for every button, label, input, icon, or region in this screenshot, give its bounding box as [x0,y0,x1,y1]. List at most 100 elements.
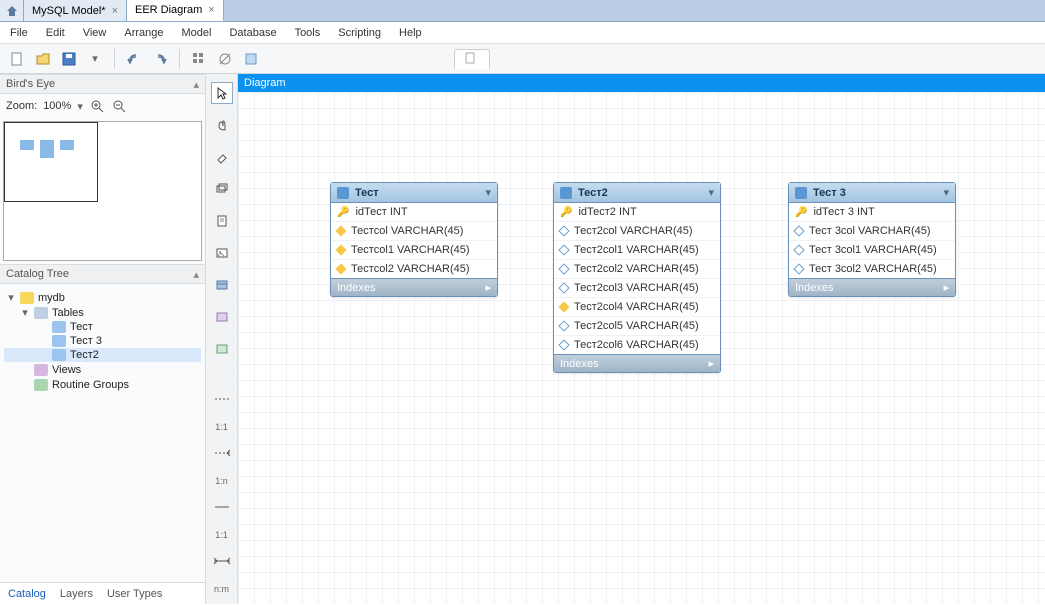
entity-column-row[interactable]: Тест2col6 VARCHAR(45) [554,336,720,354]
tree-table-item[interactable]: Тест2 [4,348,201,362]
note-tool[interactable] [211,210,233,232]
layer-tool[interactable] [211,178,233,200]
chevron-down-icon[interactable]: ▾ [943,186,949,199]
birds-eye-header: Bird's Eye ▴ [0,74,205,94]
entity-table[interactable]: Тест2▾🔑idТест2 INTТест2col VARCHAR(45) Те… [553,182,721,373]
menu-view[interactable]: View [83,27,107,39]
chevron-right-icon[interactable]: ▸ [708,357,714,370]
toggle-button[interactable] [214,48,236,70]
tree-twisty-icon[interactable]: ▾ [6,291,16,304]
relation-n-m[interactable] [211,550,233,572]
entity-column-row[interactable]: Тест 3col1 VARCHAR(45) [789,241,955,260]
tree-db[interactable]: ▾mydb [4,290,201,305]
menu-database[interactable]: Database [229,27,276,39]
tab-mysql-model[interactable]: MySQL Model* × [24,0,127,21]
birds-eye-canvas[interactable] [3,121,202,261]
entity-header[interactable]: Тест2▾ [554,183,720,203]
menu-scripting[interactable]: Scripting [338,27,381,39]
entity-column-row[interactable]: Тестcol VARCHAR(45) [331,222,497,241]
entity-column-row[interactable]: Тест 3col VARCHAR(45) [789,222,955,241]
grid-button[interactable] [188,48,210,70]
entity-column-row[interactable]: Тестcol1 VARCHAR(45) [331,241,497,260]
validate-button[interactable] [240,48,262,70]
entity-indexes-bar[interactable]: Indexes▸ [554,354,720,372]
tree-twisty-icon[interactable]: ▾ [20,306,30,319]
chevron-right-icon[interactable]: ▸ [485,281,491,294]
tree-routine-groups[interactable]: ▾Routine Groups [4,377,201,392]
redo-button[interactable] [149,48,171,70]
home-tab[interactable] [0,0,24,21]
eraser-tool[interactable] [211,146,233,168]
close-icon[interactable]: × [112,5,118,17]
view-tool[interactable] [211,306,233,328]
tree-tables-folder[interactable]: ▾ Tables [4,305,201,320]
strike-icon [217,51,233,67]
entity-column-row[interactable]: Тест2col VARCHAR(45) [554,222,720,241]
entity-column-row[interactable]: Тест2col2 VARCHAR(45) [554,260,720,279]
tree-views[interactable]: ▾Views [4,362,201,377]
entity-column-row[interactable]: Тестcol2 VARCHAR(45) [331,260,497,278]
close-icon[interactable]: × [208,4,214,16]
entity-table[interactable]: Тест▾🔑idТест INTТестcol VARCHAR(45)Тестc… [330,182,498,297]
entity-indexes-bar[interactable]: Indexes▸ [331,278,497,296]
new-document-button[interactable] [6,48,28,70]
image-tool[interactable] [211,242,233,264]
tab-eer-diagram[interactable]: EER Diagram × [127,0,224,21]
diamond-icon [558,301,569,312]
sidebar-tab-layers[interactable]: Layers [60,588,93,600]
entity-column-row[interactable]: Тест2col1 VARCHAR(45) [554,241,720,260]
relation-1-1-non-id[interactable] [211,388,233,410]
open-button[interactable] [32,48,54,70]
table-icon [560,187,572,199]
entity-header[interactable]: Тест 3▾ [789,183,955,203]
birds-eye-viewport[interactable] [4,122,98,202]
entity-column-row[interactable]: 🔑idТест 3 INT [789,203,955,222]
tree-table-item[interactable]: Тест [4,320,201,334]
table-tool[interactable] [211,274,233,296]
menu-edit[interactable]: Edit [46,27,65,39]
entity-table[interactable]: Тест 3▾🔑idТест 3 INTТест 3col VARCHAR(45… [788,182,956,297]
save-button[interactable] [58,48,80,70]
sidebar-tab-catalog[interactable]: Catalog [8,588,46,600]
column-text: Тест2col1 VARCHAR(45) [574,244,699,256]
menu-tools[interactable]: Tools [295,27,321,39]
menu-arrange[interactable]: Arrange [124,27,163,39]
menu-file[interactable]: File [10,27,28,39]
routine-icon [215,342,229,356]
zoom-in-button[interactable] [89,98,105,114]
column-text: Тестcol2 VARCHAR(45) [351,263,470,275]
chevron-down-icon[interactable]: ▾ [77,100,83,113]
dropdown-button[interactable]: ▾ [84,48,106,70]
chevron-down-icon[interactable]: ▾ [485,186,491,199]
hand-tool[interactable] [211,114,233,136]
entity-column-row[interactable]: 🔑idТест2 INT [554,203,720,222]
sidebar-tab-user-types[interactable]: User Types [107,588,162,600]
entity-column-row[interactable]: 🔑idТест INT [331,203,497,222]
entity-column-row[interactable]: Тест2col4 VARCHAR(45) [554,298,720,317]
menu-help[interactable]: Help [399,27,422,39]
diagram-grid[interactable]: Тест▾🔑idТест INTТестcol VARCHAR(45)Тестc… [238,92,1045,604]
relation-1-n-non-id[interactable] [211,442,233,464]
routine-groups-icon [34,379,48,391]
entity-header[interactable]: Тест▾ [331,183,497,203]
routine-group-tool[interactable] [211,338,233,360]
diamond-empty-icon [558,225,569,236]
entity-column-row[interactable]: Тест2col3 VARCHAR(45) [554,279,720,298]
zoom-out-button[interactable] [111,98,127,114]
tree-table-item[interactable]: Тест 3 [4,334,201,348]
entity-column-row[interactable]: Тест 3col2 VARCHAR(45) [789,260,955,278]
chevron-right-icon[interactable]: ▸ [943,281,949,294]
entity-indexes-bar[interactable]: Indexes▸ [789,278,955,296]
tree-label: Tables [52,307,84,319]
file-tab[interactable] [454,49,490,69]
menu-model[interactable]: Model [182,27,212,39]
diamond-icon [335,225,346,236]
entity-columns: 🔑idТест INTТестcol VARCHAR(45)Тестcol1 V… [331,203,497,278]
relation-1-1-id[interactable] [211,496,233,518]
undo-button[interactable] [123,48,145,70]
collapse-icon[interactable]: ▴ [193,78,199,91]
entity-column-row[interactable]: Тест2col5 VARCHAR(45) [554,317,720,336]
collapse-icon[interactable]: ▴ [193,268,199,281]
chevron-down-icon[interactable]: ▾ [708,186,714,199]
pointer-tool[interactable] [211,82,233,104]
